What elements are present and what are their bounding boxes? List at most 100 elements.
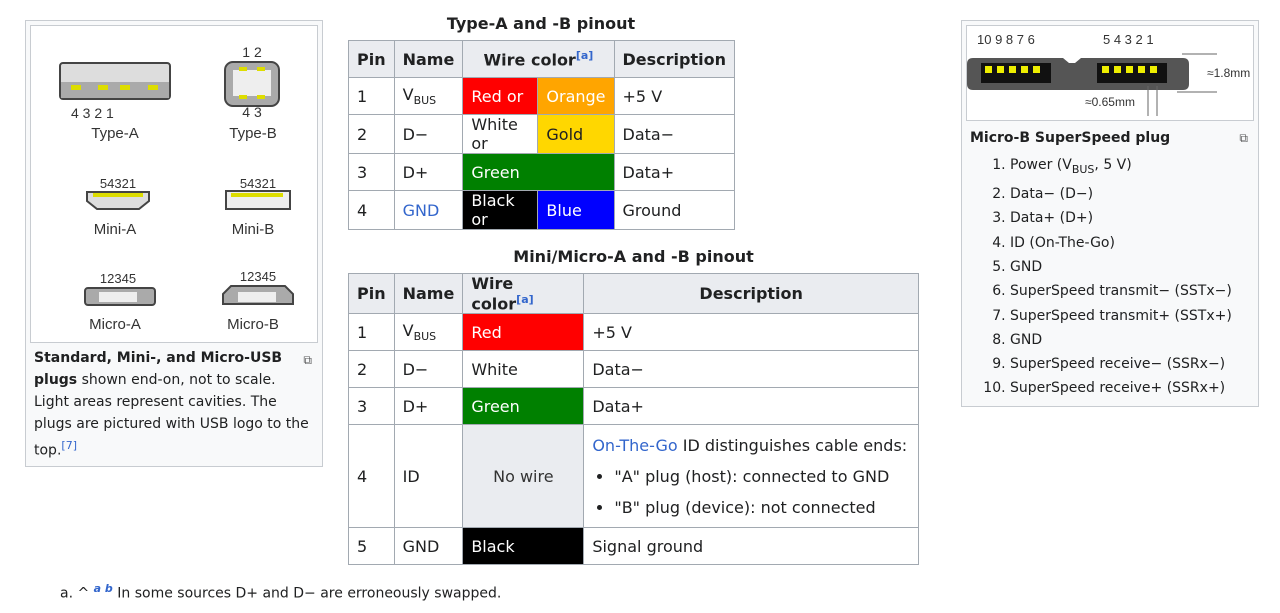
description: +5 V [613, 77, 736, 115]
description: +5 V [583, 313, 919, 352]
description: Signal ground [583, 527, 919, 566]
footnote: a. ^ a b In some sources D+ and D− are e… [60, 582, 501, 602]
pin: 1 [348, 77, 395, 115]
otg-link[interactable]: On-The-Go [592, 436, 677, 455]
wire-green: Green [462, 387, 585, 426]
citation-link[interactable]: [7] [61, 439, 77, 452]
type-a-pin-numbers: 4 3 2 1 [71, 105, 114, 121]
micro-b-label: Micro-B [227, 316, 279, 333]
list-item: GND [1010, 255, 1250, 279]
enlarge-icon[interactable]: ⧉ [1239, 127, 1248, 149]
caption-title: Micro-B SuperSpeed plug [970, 130, 1171, 146]
name: D− [393, 114, 464, 154]
enlarge-icon[interactable]: ⧉ [303, 349, 312, 371]
list-item: SuperSpeed transmit+ (SSTx+) [1010, 304, 1250, 328]
col-description: Description [583, 272, 919, 315]
list-item: SuperSpeed receive+ (SSRx+) [1010, 376, 1250, 400]
table-row: 1 VBUS Red +5 V [348, 313, 919, 352]
description: Data+ [613, 153, 736, 191]
name: VBUS [393, 77, 464, 115]
pin-list: Power (VBUS, 5 V)Data− (D−)Data+ (D+)ID … [1010, 153, 1250, 401]
table1-title: Type-A and -B pinout [446, 14, 636, 33]
table-row: 5 GND Black Signal ground [348, 527, 919, 566]
micro-a-pins: 12345 [100, 271, 136, 286]
pin: 1 [348, 313, 395, 352]
wire-green: Green [462, 153, 615, 191]
name: GND [393, 527, 464, 566]
footnote-marker: a. [60, 585, 74, 602]
mini-b-pins: 54321 [240, 176, 276, 191]
name: VBUS [393, 313, 464, 352]
micro-a-label: Micro-A [89, 316, 141, 333]
superspeed-caption: ⧉ Micro-B SuperSpeed plug Power (VBUS, 5… [966, 121, 1254, 401]
mini-micro-pinout-table: Pin Name Wire color[a] Description 1 VBUS Red… [348, 272, 919, 566]
pin: 2 [348, 114, 395, 154]
type-ab-pinout-table: Pin Name Wire color[a] Description 1 VBUS Red… [348, 40, 736, 230]
wire-orange: Orange [537, 77, 615, 115]
col-pin: Pin [348, 40, 395, 78]
wire-red: Red or [462, 77, 539, 115]
pins-left: 10 9 8 7 6 [977, 32, 1035, 47]
col-pin: Pin [348, 272, 395, 315]
name: D− [393, 350, 464, 389]
wire-black: Black [462, 527, 585, 566]
usb-plugs-caption: ⧉ Standard, Mini-, and Micro-USB plugs s… [30, 343, 318, 462]
table-row: 3 D+ Green Data+ [348, 387, 919, 426]
list-item: SuperSpeed transmit− (SSTx−) [1010, 279, 1250, 303]
usb-plugs-figure: 4 3 2 1 Type-A 1 2 4 3 Type-B 54321 Mini… [25, 20, 323, 467]
table2-title: Mini/Micro-A and -B pinout [513, 247, 754, 266]
width-dimension: ≈0.65mm [1085, 95, 1135, 109]
type-b-label: Type-B [229, 125, 277, 142]
col-name: Name [393, 272, 464, 315]
footnote-caret[interactable]: ^ [77, 586, 89, 602]
list-item: "A" plug (host): connected to GND [614, 461, 910, 492]
list-item: Data− (D−) [1010, 182, 1250, 206]
list-item: Data+ (D+) [1010, 206, 1250, 230]
mini-a-label: Mini-A [94, 221, 137, 238]
type-a-label: Type-A [91, 125, 139, 142]
wire-white: White [462, 350, 585, 389]
pin: 3 [348, 153, 395, 191]
usb-plugs-image[interactable]: 4 3 2 1 Type-A 1 2 4 3 Type-B 54321 Mini… [30, 25, 318, 343]
list-item: ID (On-The-Go) [1010, 231, 1250, 255]
superspeed-image[interactable]: 10 9 8 7 6 5 4 3 2 1 ≈1.8mm ≈0.65mm [966, 25, 1254, 121]
name-gnd-link[interactable]: GND [393, 190, 464, 230]
table-row: 2 D− White Data− [348, 350, 919, 389]
name: D+ [393, 387, 464, 426]
footnote-backrefs[interactable]: a b [94, 582, 113, 595]
footnote-text: In some sources D+ and D− are erroneousl… [112, 585, 502, 602]
description: Data− [583, 350, 919, 389]
wire-blue: Blue [537, 190, 615, 230]
table-row: 4 GND Black or Blue Ground [348, 190, 736, 230]
note-link[interactable]: [a] [576, 49, 593, 62]
micro-b-pins: 12345 [240, 269, 276, 284]
list-item: GND [1010, 328, 1250, 352]
wire-gold: Gold [537, 114, 615, 154]
table-row: 2 D− White or Gold Data− [348, 114, 736, 154]
pin: 4 [348, 424, 395, 529]
pin: 4 [348, 190, 395, 230]
pin: 5 [348, 527, 395, 566]
list-item: Power (VBUS, 5 V) [1010, 153, 1250, 182]
list-item: "B" plug (device): not connected [614, 492, 910, 523]
description: Ground [613, 190, 736, 230]
name: ID [393, 424, 464, 529]
type-b-top-pins: 1 2 [242, 44, 262, 60]
wire-white: White or [462, 114, 539, 154]
description: On-The-Go ID distinguishes cable ends:"A… [583, 424, 919, 529]
table-row: 4 ID No wire On-The-Go ID distinguishes cab… [348, 424, 919, 529]
col-wire-color: Wire color[a] [462, 272, 585, 315]
table-row: 3 D+ Green Data+ [348, 153, 736, 191]
col-name: Name [393, 40, 464, 78]
col-wire-color: Wire color[a] [462, 40, 615, 78]
pin: 3 [348, 387, 395, 426]
description: Data− [613, 114, 736, 154]
wire-red: Red [462, 313, 585, 352]
description: Data+ [583, 387, 919, 426]
wire-black: Black or [462, 190, 539, 230]
mini-b-label: Mini-B [232, 221, 275, 238]
note-link[interactable]: [a] [516, 293, 533, 306]
table-row: 1 VBUS Red or Orange +5 V [348, 77, 736, 115]
wire-none: No wire [462, 424, 585, 529]
superspeed-figure: 10 9 8 7 6 5 4 3 2 1 ≈1.8mm ≈0.65mm ⧉ Mi… [961, 20, 1259, 407]
